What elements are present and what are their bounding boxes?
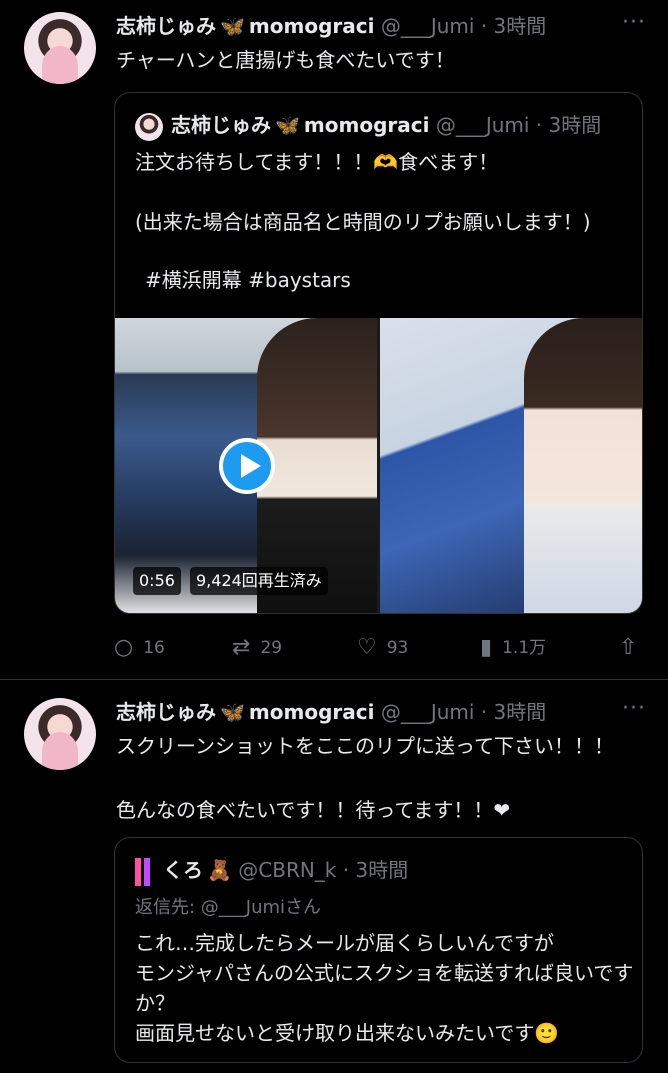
more-options-icon[interactable]: ···	[622, 10, 646, 35]
quoted-reply[interactable]: くろ 🧸 @CBRN_k · 3時間 返信先: @___Jumiさん これ…完成し…	[114, 837, 643, 1063]
butterfly-icon: 🦋	[275, 113, 300, 137]
like-button[interactable]: ♡ 93	[357, 633, 408, 663]
more-options-icon[interactable]: ···	[622, 696, 646, 721]
quote-timestamp: · 3時間	[342, 858, 409, 882]
quote-timestamp: · 3時間	[535, 113, 602, 137]
display-name[interactable]: 志柿じゅみ	[116, 14, 216, 38]
tweet-2[interactable]: 志柿じゅみ 🦋 momograci @___Jumi · 3時間 ··· スクリーン…	[0, 688, 668, 1073]
quote-avatar	[135, 112, 163, 141]
quote-header: 志柿じゅみ 🦋 momograci @___Jumi · 3時間	[135, 111, 601, 141]
teddy-bear-icon: 🧸	[207, 858, 232, 882]
quote-line-1: 注文お待ちしてます！！！🫶食べます！	[135, 150, 499, 174]
views-button[interactable]: ▮ 1.1万	[480, 633, 546, 663]
butterfly-icon: 🦋	[220, 14, 245, 38]
quote-display-name-suffix: momograci	[303, 113, 430, 137]
view-count: 1.1万	[502, 638, 547, 658]
quote-header: くろ 🧸 @CBRN_k · 3時間	[135, 856, 408, 886]
display-name-suffix[interactable]: momograci	[249, 14, 375, 38]
quote-handle: @___Jumi	[435, 113, 530, 137]
play-button-icon[interactable]	[219, 438, 275, 494]
timestamp[interactable]: · 3時間	[481, 700, 546, 724]
butterfly-icon: 🦋	[220, 700, 245, 724]
user-handle[interactable]: @___Jumi	[381, 14, 475, 38]
tweet-text: スクリーンショットをここのリプに送って下さい！！！ 色んなの食べたいです！！待っ…	[116, 734, 614, 822]
retweet-button[interactable]: ⇄ 29	[232, 633, 282, 663]
tweet-header: 志柿じゅみ 🦋 momograci @___Jumi · 3時間	[116, 698, 546, 726]
tweet-1[interactable]: 志柿じゅみ 🦋 momograci @___Jumi · 3時間 ··· チャーハン…	[0, 0, 668, 679]
quote-body: これ…完成したらメールが届くらしいんですが モンジャパさんの公式にスクショを転送…	[135, 931, 634, 1045]
like-count: 93	[386, 638, 409, 658]
video-views: 9,424回再生済み	[190, 567, 328, 595]
tweet-header: 志柿じゅみ 🦋 momograci @___Jumi · 3時間	[116, 12, 546, 40]
share-icon: ⇧	[619, 635, 638, 660]
share-button[interactable]: ⇧	[619, 633, 647, 663]
retweet-count: 29	[260, 638, 283, 658]
reply-count: 16	[143, 638, 165, 658]
reply-to-user[interactable]: @___Jumiさん	[201, 897, 321, 918]
speech-bubble-icon: ○	[114, 635, 134, 660]
quote-display-name: くろ	[163, 858, 203, 882]
quote-line-2: (出来た場合は商品名と時間のリプお願いします！)	[135, 210, 591, 234]
reply-to-label: 返信先:	[135, 897, 201, 918]
avatar[interactable]	[24, 12, 96, 84]
action-bar: ○ 16 ⇄ 29 ♡ 93 ▮ 1.1万 ⇧	[114, 633, 644, 663]
video-player[interactable]: 0:56 9,424回再生済み	[115, 318, 642, 613]
avatar[interactable]	[24, 698, 96, 770]
quote-display-name: 志柿じゅみ	[171, 113, 271, 137]
display-name[interactable]: 志柿じゅみ	[116, 700, 216, 724]
bar-chart-icon: ▮	[480, 635, 493, 660]
tweet-text: チャーハンと唐揚げも食べたいです！	[116, 48, 455, 72]
retweet-icon: ⇄	[232, 635, 251, 660]
heart-icon: ♡	[357, 635, 377, 660]
video-frame-right	[380, 318, 642, 613]
reply-to: 返信先: @___Jumiさん	[135, 894, 321, 922]
glowstick-icon	[135, 857, 155, 886]
display-name-suffix[interactable]: momograci	[249, 700, 375, 724]
hashtags[interactable]: #横浜開幕 #baystars	[145, 265, 351, 295]
divider	[0, 679, 668, 680]
user-handle[interactable]: @___Jumi	[381, 700, 475, 724]
reply-button[interactable]: ○ 16	[114, 633, 165, 663]
quote-handle: @CBRN_k	[238, 858, 337, 882]
quoted-tweet[interactable]: 志柿じゅみ 🦋 momograci @___Jumi · 3時間 注文お待ちしてます…	[114, 92, 643, 614]
video-duration: 0:56	[133, 567, 181, 595]
timestamp[interactable]: · 3時間	[481, 14, 546, 38]
